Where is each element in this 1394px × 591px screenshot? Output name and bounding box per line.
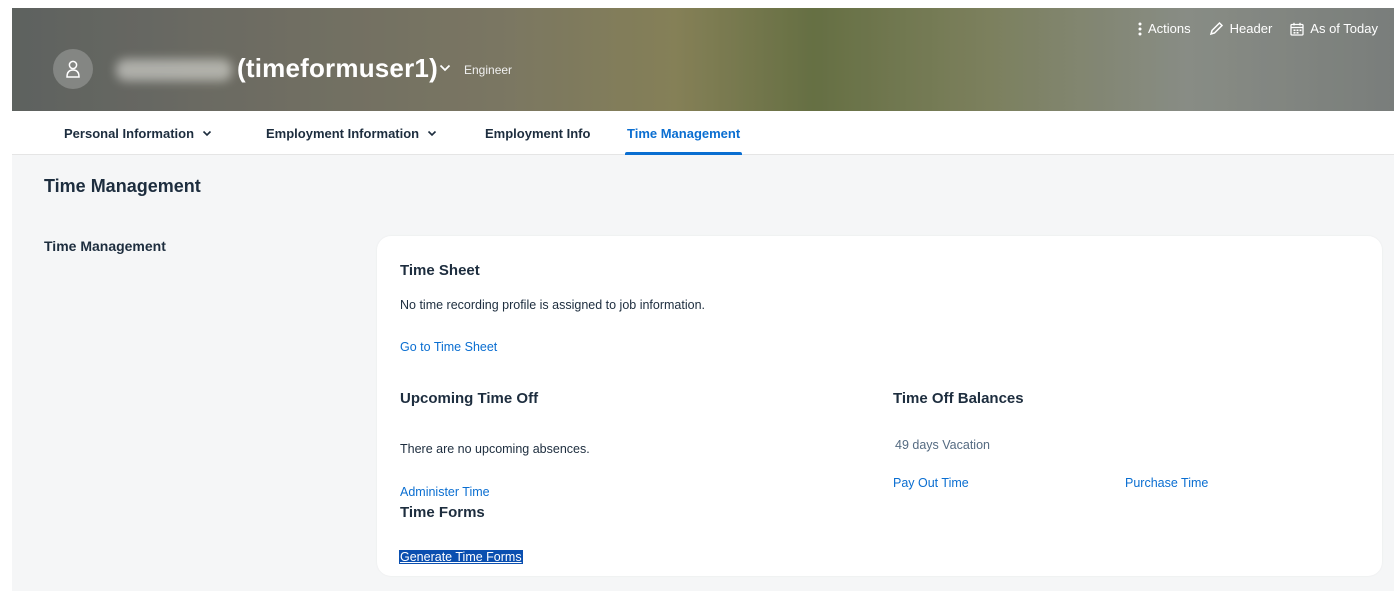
tab-label: Time Management (627, 125, 741, 141)
employee-profile-page: (timeformuser1) Engineer Actions Header (12, 8, 1394, 591)
more-vertical-icon (1138, 22, 1142, 35)
tab-label: Employment Info (485, 125, 591, 141)
time-forms-title: Time Forms (400, 504, 485, 521)
as-of-today-button[interactable]: As of Today (1290, 21, 1378, 36)
time-management-card: Time Sheet No time recording profile is … (377, 236, 1382, 576)
profile-header: (timeformuser1) Engineer Actions Header (12, 8, 1394, 111)
upcoming-time-off-title: Upcoming Time Off (400, 390, 539, 407)
header-actions: Actions Header As of Today (1138, 21, 1378, 36)
header-label: Header (1229, 21, 1273, 36)
time-sheet-message: No time recording profile is assigned to… (400, 298, 706, 312)
chevron-down-icon[interactable] (439, 64, 451, 72)
as-of-today-label: As of Today (1310, 21, 1378, 36)
tab-employment-information[interactable]: Employment Information (266, 111, 437, 155)
time-sheet-title: Time Sheet (400, 262, 480, 279)
user-id: (timeformuser1) (237, 53, 438, 83)
tab-personal-information[interactable]: Personal Information (64, 111, 212, 155)
tab-time-management[interactable]: Time Management (624, 111, 743, 155)
pencil-icon (1209, 21, 1223, 36)
chevron-down-icon (428, 130, 437, 136)
header-button[interactable]: Header (1209, 21, 1273, 36)
blurred-employee-name (116, 59, 232, 81)
calendar-icon (1290, 22, 1304, 36)
chevron-down-icon (202, 130, 212, 136)
pay-out-time-link[interactable]: Pay Out Time (893, 476, 969, 490)
person-icon (66, 60, 80, 78)
generate-time-forms-link[interactable]: Generate Time Forms (399, 550, 523, 564)
tab-employment-info[interactable]: Employment Info (485, 111, 590, 155)
actions-label: Actions (1148, 21, 1191, 36)
subsection-title: Time Management (44, 238, 166, 254)
purchase-time-link[interactable]: Purchase Time (1125, 476, 1208, 490)
tab-label: Personal Information (64, 125, 195, 141)
avatar[interactable] (53, 49, 93, 89)
administer-time-link[interactable]: Administer Time (400, 485, 490, 499)
section-title: Time Management (44, 176, 201, 196)
time-off-balances-title: Time Off Balances (893, 390, 1024, 407)
tab-label: Employment Information (266, 125, 420, 141)
go-to-time-sheet-link[interactable]: Go to Time Sheet (400, 340, 497, 354)
actions-button[interactable]: Actions (1138, 21, 1191, 36)
vacation-balance: 49 days Vacation (895, 438, 990, 452)
section-tabs: Personal Information Employment Informat… (12, 111, 1394, 155)
job-title: Engineer (464, 63, 513, 77)
upcoming-time-off-message: There are no upcoming absences. (400, 442, 590, 456)
